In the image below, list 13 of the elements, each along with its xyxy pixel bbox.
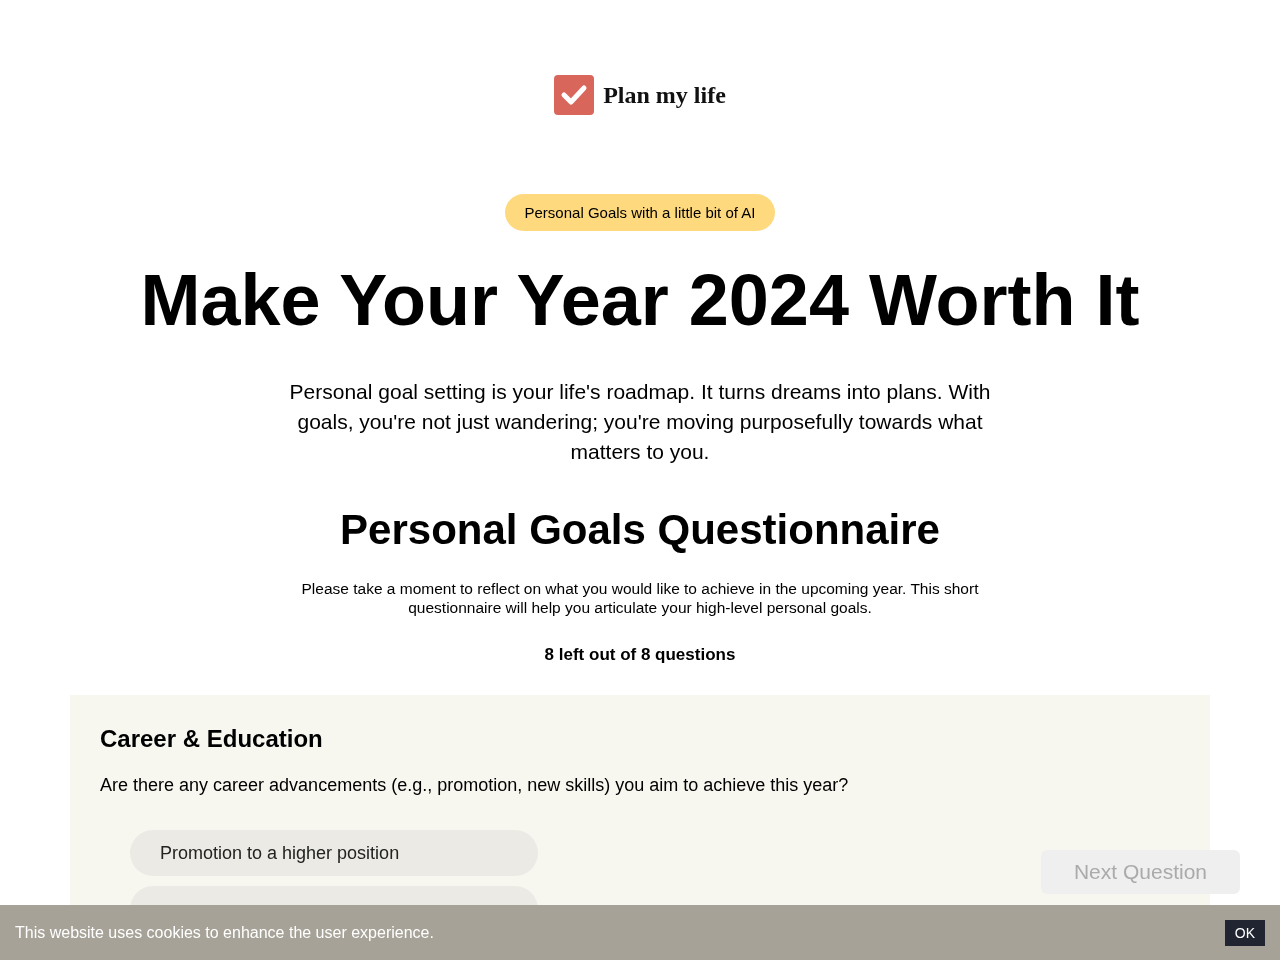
question-category: Career & Education <box>100 725 324 753</box>
ok-button[interactable]: OK <box>1224 919 1265 946</box>
questionnaire-title: Personal Goals Questionnaire <box>340 505 940 555</box>
answer-option[interactable]: Promotion to a higher position <box>130 830 538 876</box>
cookie-notice-text: This website uses cookies to enhance the user experience. <box>15 923 434 942</box>
intro-text: Personal goal setting is your life's roadmap. It turns dreams into plans. With goals, you're not just wandering; you're moving purposefully towards what matters to you. <box>288 379 992 465</box>
checkbox-logo-icon <box>554 75 595 115</box>
headline: Make Your Year 2024 Worth It <box>140 259 1140 342</box>
progress-text: 8 left out of 8 questions <box>544 645 736 665</box>
questionnaire-description: Please take a moment to reflect on what you would like to achieve in the upcoming year. This short questionnaire will help you articulate your high-level personal goals. <box>300 579 980 617</box>
tagline-badge: Personal Goals with a little bit of AI <box>504 194 776 231</box>
question-text: Are there any career advancements (e.g., promotion, new skills) you aim to achieve this year? <box>100 775 850 796</box>
logo-text: Plan my life <box>603 81 726 109</box>
